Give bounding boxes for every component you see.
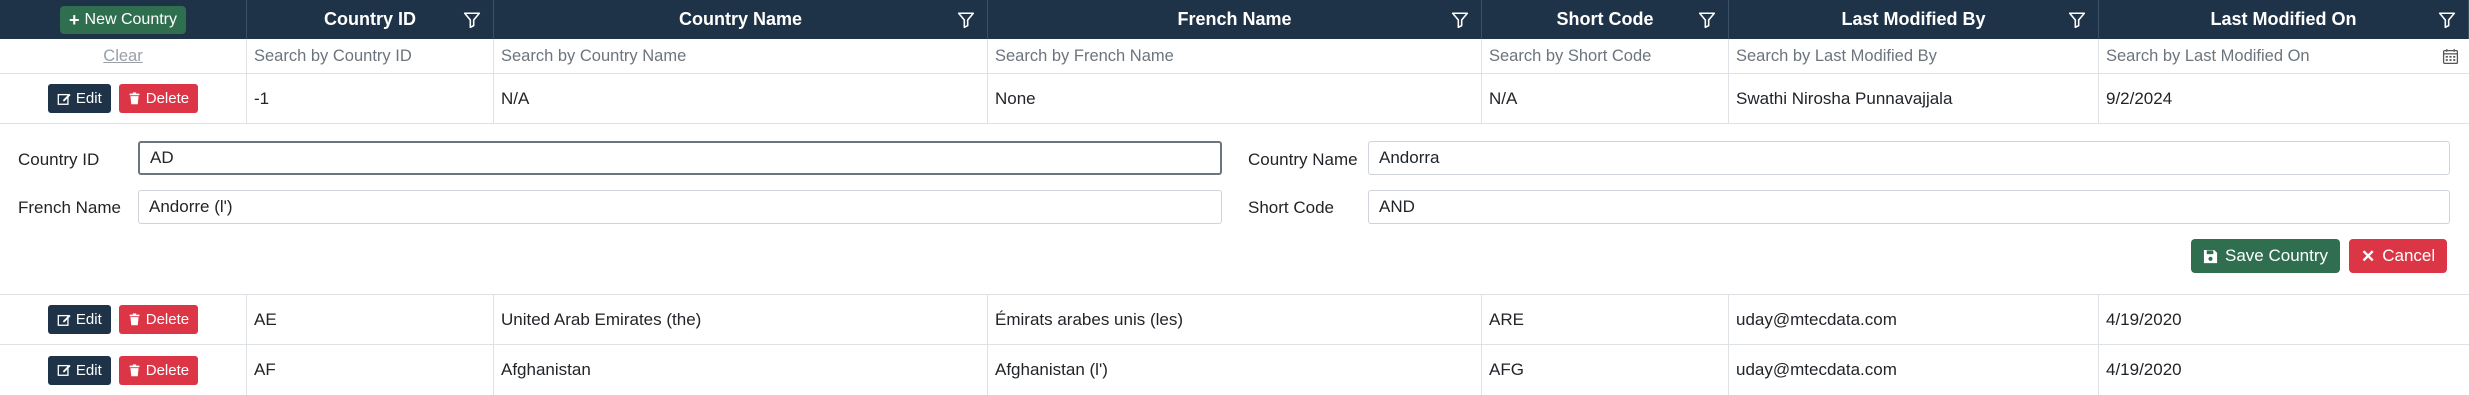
cell-country-id: -1	[247, 74, 494, 123]
table-row: Edit Delete -1 N/A None N/A Swathi Niros…	[0, 74, 2469, 124]
filter-icon[interactable]	[463, 11, 481, 29]
edit-button[interactable]: Edit	[47, 84, 111, 113]
cell-french-name: Afghanistan (l')	[988, 345, 1482, 395]
header-label: Last Modified By	[1841, 9, 1986, 29]
cancel-label: Cancel	[2382, 246, 2436, 265]
country-id-input[interactable]	[138, 141, 1222, 175]
new-country-button[interactable]: + New Country	[60, 5, 186, 34]
cell-country-id: AF	[247, 345, 494, 395]
table-row: Edit Delete AE United Arab Emirates (the…	[0, 295, 2469, 345]
delete-label: Delete	[145, 311, 190, 328]
cell-last-modified-by: uday@mtecdata.com	[1729, 295, 2099, 344]
cell-country-id: AE	[247, 295, 494, 344]
edit-form: Country ID Country Name French Name Shor…	[0, 124, 2469, 295]
french-name-input[interactable]	[138, 190, 1222, 224]
country-name-input[interactable]	[1368, 141, 2450, 175]
delete-button[interactable]: Delete	[118, 84, 199, 113]
row-actions: Edit Delete	[0, 74, 247, 123]
filter-country-id-input[interactable]: Search by Country ID	[247, 39, 494, 73]
save-icon	[2203, 249, 2218, 263]
cell-short-code: N/A	[1482, 74, 1729, 123]
filter-clear-cell: Clear	[0, 39, 247, 73]
header-label: French Name	[1177, 9, 1292, 29]
filter-row: Clear Search by Country ID Search by Cou…	[0, 39, 2469, 74]
header-label: Short Code	[1556, 9, 1654, 29]
filter-icon[interactable]	[1451, 11, 1469, 29]
delete-button[interactable]: Delete	[118, 355, 199, 385]
header-last-modified-by[interactable]: Last Modified By	[1729, 0, 2099, 39]
edit-icon	[57, 364, 71, 376]
countries-grid: + New Country Country ID Country Name Fr…	[0, 0, 2469, 395]
country-id-label: Country ID	[18, 150, 100, 169]
filter-short-code-input[interactable]: Search by Short Code	[1482, 39, 1729, 73]
filter-icon[interactable]	[2438, 11, 2456, 29]
filter-icon[interactable]	[2068, 11, 2086, 29]
short-code-label: Short Code	[1248, 198, 1334, 217]
table-row: Edit Delete AF Afghanistan Afghanistan (…	[0, 345, 2469, 395]
cell-french-name: None	[988, 74, 1482, 123]
header-country-id[interactable]: Country ID	[247, 0, 494, 39]
filter-french-name-input[interactable]: Search by French Name	[988, 39, 1482, 73]
cell-last-modified-on: 9/2/2024	[2106, 88, 2173, 108]
edit-icon	[57, 314, 71, 326]
trash-icon	[129, 363, 140, 376]
edit-icon	[57, 93, 71, 105]
grid-header: + New Country Country ID Country Name Fr…	[0, 0, 2469, 39]
header-short-code[interactable]: Short Code	[1482, 0, 1729, 39]
plus-icon: +	[69, 9, 80, 30]
filter-last-modified-on-input[interactable]: Search by Last Modified On	[2106, 47, 2310, 66]
calendar-icon[interactable]	[2442, 48, 2459, 65]
trash-icon	[129, 92, 140, 105]
delete-label: Delete	[145, 90, 190, 107]
clear-filters-link[interactable]: Clear	[7, 47, 239, 66]
cell-country-name: Afghanistan	[494, 345, 988, 395]
new-country-label: New Country	[84, 10, 177, 28]
header-french-name[interactable]: French Name	[988, 0, 1482, 39]
cell-last-modified-by: uday@mtecdata.com	[1729, 345, 2099, 395]
cell-last-modified-on: 4/19/2020	[2106, 360, 2182, 379]
edit-label: Edit	[75, 90, 102, 107]
row-actions: Edit Delete	[0, 345, 247, 395]
edit-label: Edit	[75, 361, 102, 379]
short-code-input[interactable]	[1368, 190, 2450, 224]
save-country-button[interactable]: Save Country	[2191, 239, 2340, 273]
delete-button[interactable]: Delete	[118, 305, 199, 334]
delete-label: Delete	[145, 361, 190, 379]
header-label: Last Modified On	[2210, 9, 2357, 29]
cell-short-code: ARE	[1482, 295, 1729, 344]
cell-last-modified-on: 4/19/2020	[2106, 309, 2182, 329]
edit-label: Edit	[75, 311, 102, 328]
french-name-label: French Name	[18, 198, 121, 217]
edit-button[interactable]: Edit	[47, 305, 111, 334]
trash-icon	[129, 313, 140, 326]
cell-short-code: AFG	[1482, 345, 1729, 395]
cell-last-modified-by: Swathi Nirosha Punnavajjala	[1729, 74, 2099, 123]
edit-button[interactable]: Edit	[47, 355, 111, 385]
filter-last-modified-by-input[interactable]: Search by Last Modified By	[1729, 39, 2099, 73]
cell-country-name: United Arab Emirates (the)	[494, 295, 988, 344]
cancel-button[interactable]: ✕ Cancel	[2349, 239, 2448, 273]
country-name-label: Country Name	[1248, 150, 1358, 169]
header-label: Country Name	[678, 9, 803, 29]
filter-country-name-input[interactable]: Search by Country Name	[494, 39, 988, 73]
cell-country-name: N/A	[494, 74, 988, 123]
header-label: Country ID	[324, 9, 416, 29]
save-label: Save Country	[2225, 246, 2328, 265]
header-action-cell: + New Country	[0, 0, 247, 39]
header-last-modified-on[interactable]: Last Modified On	[2099, 0, 2469, 39]
filter-last-modified-on-cell: Search by Last Modified On	[2099, 39, 2469, 73]
filter-icon[interactable]	[1698, 11, 1716, 29]
row-actions: Edit Delete	[0, 295, 247, 344]
filter-icon[interactable]	[957, 11, 975, 29]
cell-french-name: Émirats arabes unis (les)	[988, 295, 1482, 344]
close-icon: ✕	[2361, 246, 2376, 266]
header-country-name[interactable]: Country Name	[494, 0, 988, 39]
